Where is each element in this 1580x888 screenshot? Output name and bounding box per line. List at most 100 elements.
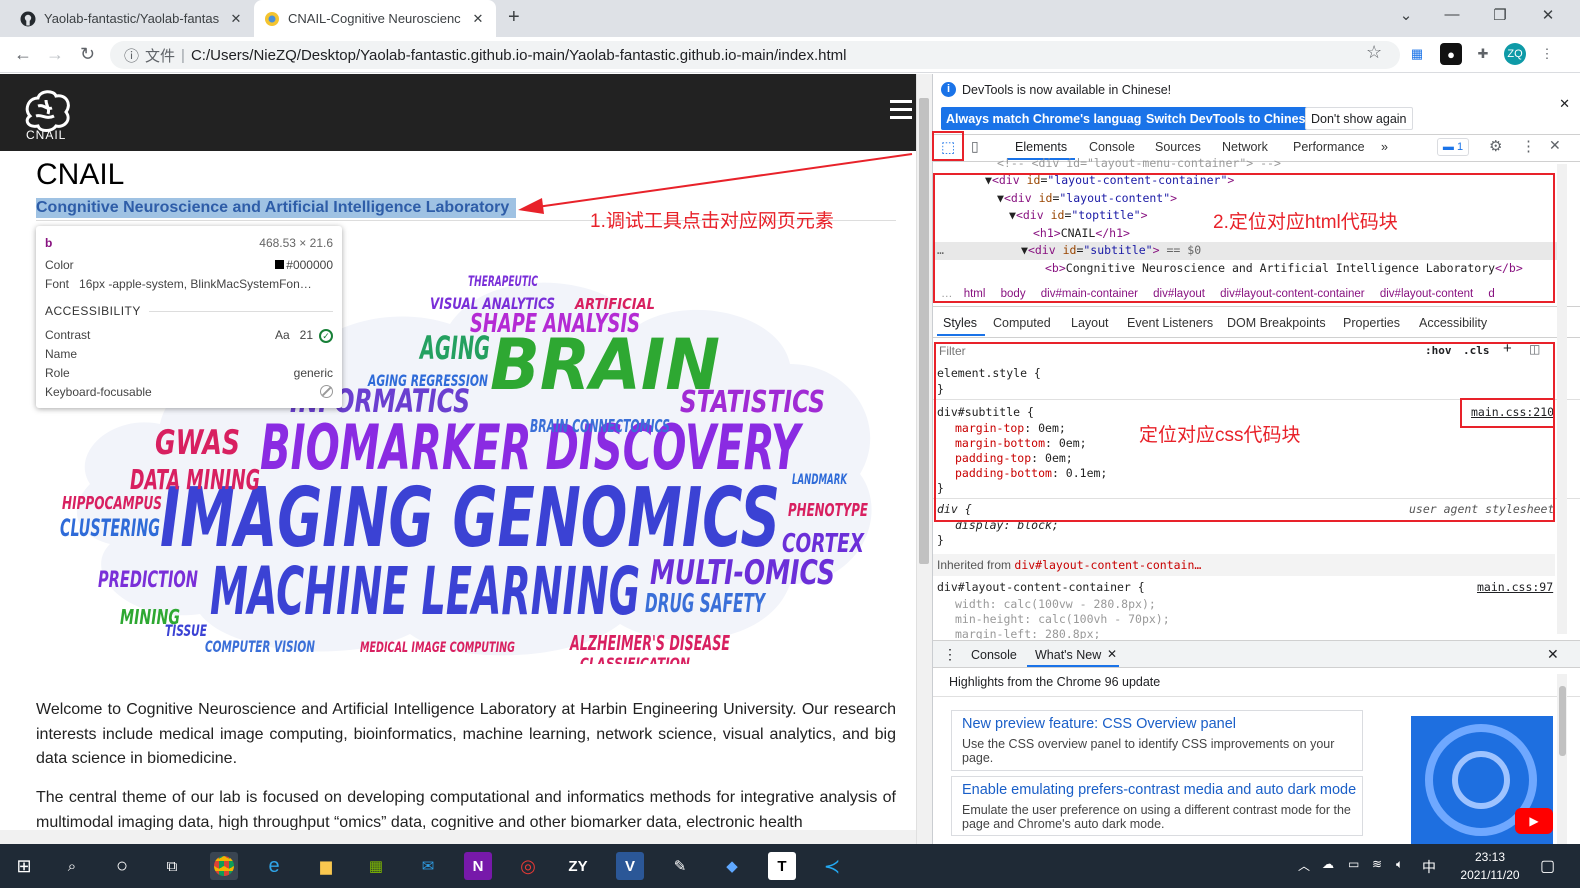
tab-accessibility[interactable]: Accessibility	[1419, 316, 1487, 330]
typora-icon[interactable]: T	[768, 852, 796, 880]
cloud-word: MEDICAL IMAGE COMPUTING	[360, 640, 515, 656]
task-view-icon[interactable]: ⧉	[158, 852, 186, 880]
devtools-menu-icon[interactable]: ⋮	[1521, 137, 1536, 155]
ime-indicator[interactable]: 中	[1422, 857, 1436, 877]
minimize-icon[interactable]: —	[1434, 6, 1470, 23]
tray-chevron-icon[interactable]: ︿	[1298, 857, 1310, 874]
mail-icon[interactable]: ✉	[414, 852, 442, 880]
chrome-taskbar-icon[interactable]	[210, 852, 238, 880]
info-icon[interactable]: ⓘ	[124, 45, 139, 66]
profile-avatar[interactable]: ZQ	[1504, 43, 1526, 65]
inherited-from-link[interactable]: div#layout-content-contain…	[1014, 558, 1201, 572]
tab-properties[interactable]: Properties	[1343, 316, 1400, 330]
tab-github[interactable]: Yaolab-fantastic/Yaolab-fantas ✕	[10, 0, 254, 37]
news-title[interactable]: New preview feature: CSS Overview panel	[962, 716, 1236, 732]
page-scroll-thumb[interactable]	[919, 98, 929, 564]
qq-icon[interactable]: ◆	[718, 852, 746, 880]
tab-elements[interactable]: Elements	[1015, 140, 1067, 154]
dom-line-comment[interactable]: <!-- <div id="layout-menu-container"> --…	[997, 156, 1281, 170]
reload-icon[interactable]: ↻	[80, 44, 95, 65]
onenote-icon[interactable]: N	[464, 852, 492, 880]
css-property[interactable]: margin-left: 280.8px;	[955, 627, 1100, 639]
wifi-icon[interactable]: ≋	[1372, 857, 1382, 871]
netease-music-icon[interactable]: ◎	[514, 852, 542, 880]
maximize-icon[interactable]: ❐	[1482, 6, 1518, 24]
dont-show-again-button[interactable]: Don't show again	[1305, 107, 1413, 130]
rule-container-source[interactable]: main.css:97	[1477, 580, 1553, 594]
drawer-tab-whats-new[interactable]: What's New	[1035, 648, 1101, 662]
tab-close-icon[interactable]: ✕	[470, 11, 486, 27]
new-tab-icon[interactable]: +	[508, 6, 520, 29]
onedrive-icon[interactable]: ☁	[1322, 857, 1334, 871]
clock-time[interactable]: 23:13	[1460, 850, 1520, 864]
file-explorer-icon[interactable]: ▆	[312, 852, 340, 880]
tab-console[interactable]: Console	[1089, 140, 1135, 154]
tab-dom-breakpoints[interactable]: DOM Breakpoints	[1227, 316, 1326, 330]
battery-icon[interactable]: ▭	[1348, 857, 1359, 871]
issues-badge[interactable]: ▬ 1	[1437, 138, 1469, 156]
tab-event-listeners[interactable]: Event Listeners	[1127, 316, 1213, 330]
tab-computed[interactable]: Computed	[993, 316, 1051, 330]
banner-close-icon[interactable]: ✕	[1559, 96, 1570, 112]
site-favicon-icon	[265, 11, 279, 26]
extension-grid-icon[interactable]: ▦	[1406, 43, 1428, 65]
windows-start-icon[interactable]: ⊞	[10, 852, 38, 880]
web-page: CNAIL CNAIL Congnitive Neuroscience and …	[0, 74, 916, 844]
news-title[interactable]: Enable emulating prefers-contrast media …	[962, 782, 1356, 798]
notification-icon[interactable]: ▢	[1540, 856, 1555, 876]
drawer-scroll-thumb[interactable]	[1559, 686, 1566, 756]
drawer-tab-console[interactable]: Console	[971, 648, 1017, 662]
extensions-puzzle-icon[interactable]: ✚	[1472, 43, 1494, 65]
cloud-word: PREDICTION	[98, 568, 198, 593]
vscode-icon[interactable]: ≺	[818, 852, 846, 880]
device-toolbar-icon[interactable]: ▯	[971, 138, 993, 158]
close-drawer-icon[interactable]: ✕	[1547, 646, 1559, 663]
news-card[interactable]: New preview feature: CSS Overview panel …	[951, 710, 1363, 771]
chrome-menu-icon[interactable]: ⋮	[1536, 43, 1558, 65]
menu-hamburger-icon[interactable]	[890, 100, 912, 120]
store-icon[interactable]: ▦	[362, 852, 390, 880]
youtube-play-icon[interactable]: ▶	[1515, 808, 1553, 834]
rule-container-selector[interactable]: div#layout-content-container {	[937, 580, 1145, 594]
page-subtitle[interactable]: Congnitive Neuroscience and Artificial I…	[36, 198, 516, 218]
search-icon[interactable]: ⌕	[58, 852, 86, 880]
more-tabs-icon[interactable]: »	[1381, 140, 1388, 154]
inherited-header: Inherited from div#layout-content-contai…	[933, 554, 1555, 576]
tab-layout[interactable]: Layout	[1071, 316, 1109, 330]
news-card[interactable]: Enable emulating prefers-contrast media …	[951, 776, 1363, 836]
css-property[interactable]: width: calc(100vw - 280.8px);	[955, 597, 1156, 611]
tab-network[interactable]: Network	[1222, 140, 1268, 154]
tab-close-icon[interactable]: ✕	[228, 11, 244, 27]
bookmark-star-icon[interactable]: ☆	[1366, 42, 1382, 63]
tab-styles[interactable]: Styles	[943, 316, 977, 330]
tab-sources[interactable]: Sources	[1155, 140, 1201, 154]
horizontal-scrollbar[interactable]	[0, 830, 916, 844]
clock-date[interactable]: 2021/11/20	[1450, 868, 1530, 882]
drawer-tab-close-icon[interactable]: ✕	[1107, 647, 1117, 661]
switch-to-chinese-button[interactable]: Switch DevTools to Chinese	[1141, 107, 1318, 130]
tab-performance[interactable]: Performance	[1293, 140, 1365, 154]
always-match-language-button[interactable]: Always match Chrome's language	[941, 107, 1154, 130]
tooltip-font-value: 16px -apple-system, BlinkMacSystemFon…	[79, 277, 312, 291]
settings-gear-icon[interactable]: ⚙	[1489, 137, 1502, 155]
volume-icon[interactable]: 🔈︎	[1396, 857, 1403, 872]
visio-icon[interactable]: V	[616, 852, 644, 880]
close-window-icon[interactable]: ✕	[1530, 6, 1566, 24]
annotation-label-3: 定位对应css代码块	[1139, 425, 1301, 446]
cloud-word: TISSUE	[165, 621, 207, 640]
close-devtools-icon[interactable]: ✕	[1549, 137, 1561, 154]
extension-mask-icon[interactable]: ●	[1440, 43, 1462, 65]
back-icon[interactable]: ←	[14, 44, 32, 65]
address-bar[interactable]: ⓘ 文件 | C:/Users/NieZQ/Desktop/Yaolab-fan…	[110, 41, 1400, 69]
tab-cnail[interactable]: CNAIL-Cognitive Neuroscienc ✕	[254, 0, 496, 37]
tab-search-icon[interactable]: ⌄	[1388, 6, 1424, 24]
forward-icon[interactable]: →	[46, 44, 64, 65]
cortana-icon[interactable]: ○	[108, 852, 136, 880]
paint-icon[interactable]: ✎	[666, 852, 694, 880]
drawer-menu-icon[interactable]: ⋮	[943, 646, 957, 663]
css-property[interactable]: min-height: calc(100vh - 70px);	[955, 612, 1170, 626]
video-thumbnail[interactable]: ▶	[1411, 716, 1553, 844]
styles-scrollbar[interactable]	[1557, 164, 1567, 634]
zy-app-icon[interactable]: ZY	[564, 852, 592, 880]
edge-icon[interactable]: e	[260, 852, 288, 880]
